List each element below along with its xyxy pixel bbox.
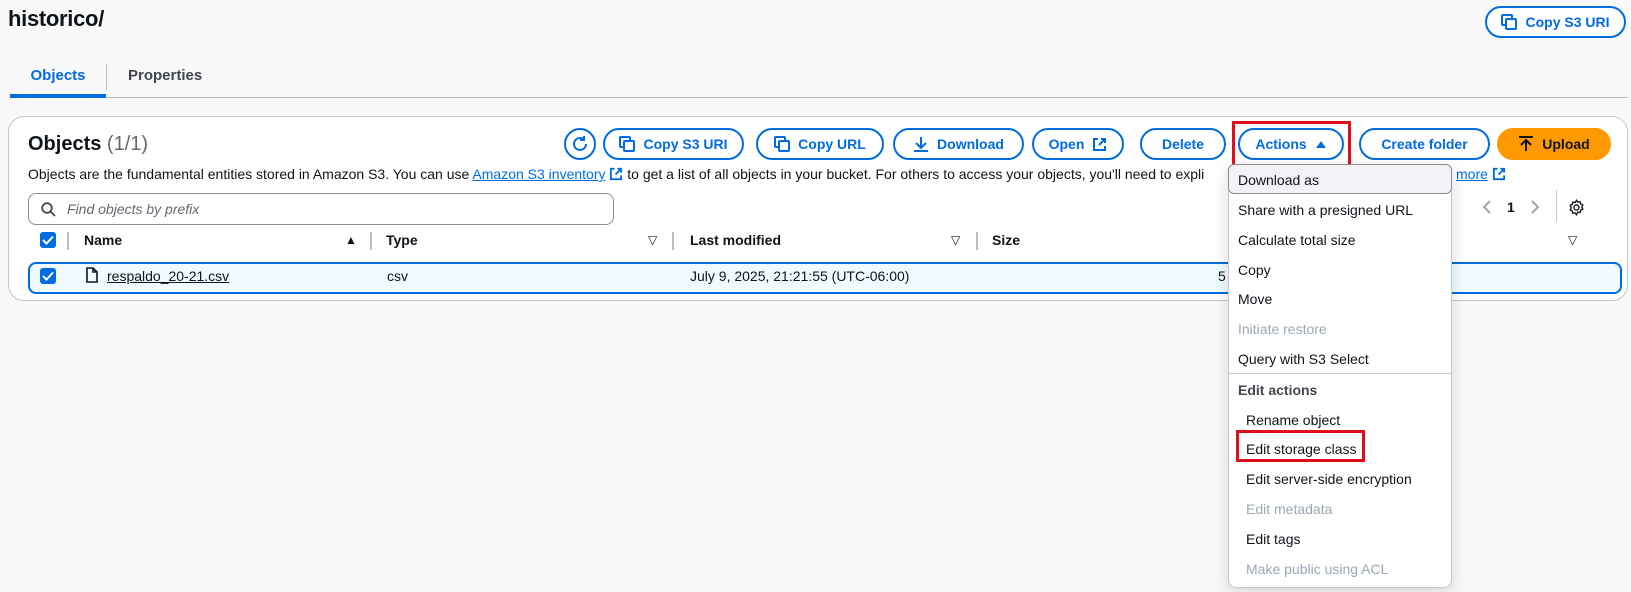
menu-item-download-as[interactable]: Download as (1238, 172, 1462, 188)
download-icon (914, 137, 929, 152)
gear-icon[interactable] (1568, 199, 1585, 216)
copy-s3-uri-label: Copy S3 URI (643, 136, 728, 152)
actions-label: Actions (1255, 136, 1307, 152)
chevron-left-icon[interactable] (1481, 199, 1493, 215)
delete-label: Delete (1161, 136, 1205, 152)
row-checkbox[interactable] (40, 268, 56, 284)
search-input[interactable] (65, 194, 605, 224)
checkbox-icon (42, 235, 54, 245)
create-folder-label: Create folder (1381, 136, 1468, 152)
copy-s3-uri-header-button[interactable]: Copy S3 URI (1485, 6, 1626, 38)
search-box (28, 193, 614, 225)
sort-icon[interactable]: ▽ (648, 233, 657, 247)
copy-s3-uri-button[interactable]: Copy S3 URI (603, 128, 744, 160)
objects-heading: Objects (1/1) (28, 133, 148, 156)
checkbox-icon (42, 271, 54, 281)
tab-objects[interactable]: Objects (10, 58, 106, 98)
upload-button[interactable]: Upload (1497, 128, 1611, 160)
copy-icon (774, 136, 791, 152)
upload-label: Upload (1542, 136, 1590, 152)
copy-icon (619, 136, 636, 152)
menu-item-move[interactable]: Move (1238, 291, 1462, 307)
external-link-icon (610, 167, 623, 181)
column-header-name[interactable]: Name (84, 232, 122, 248)
open-button[interactable]: Open (1032, 128, 1124, 160)
column-divider (67, 232, 69, 250)
copy-icon (1501, 14, 1518, 30)
open-label: Open (1048, 136, 1085, 152)
tab-divider (106, 64, 107, 90)
column-divider (370, 232, 372, 250)
column-divider (976, 232, 978, 250)
download-label: Download (937, 136, 1004, 152)
select-all-checkbox[interactable] (40, 232, 56, 248)
menu-item-edit-tags[interactable]: Edit tags (1246, 531, 1470, 547)
tabs-bar: Objects Properties (10, 58, 1628, 98)
upload-icon (1519, 136, 1534, 151)
caret-up-icon (1315, 141, 1326, 148)
copy-url-button[interactable]: Copy URL (756, 128, 884, 160)
menu-item-initiate-restore: Initiate restore (1238, 321, 1327, 337)
menu-group-edit-actions: Edit actions (1238, 382, 1318, 398)
pager-divider (1556, 190, 1557, 222)
menu-divider (1228, 373, 1452, 374)
object-name-link[interactable]: respaldo_20-21.csv (107, 268, 229, 284)
actions-dropdown-menu (1228, 164, 1452, 588)
objects-description: Objects are the fundamental entities sto… (28, 166, 1204, 182)
menu-item-edit-storage-class[interactable]: Edit storage class (1246, 441, 1357, 457)
menu-item-copy[interactable]: Copy (1238, 262, 1462, 278)
column-header-last-modified[interactable]: Last modified (690, 232, 781, 248)
object-type: csv (387, 268, 408, 284)
page-title: historico/ (8, 6, 105, 31)
object-last-modified: July 9, 2025, 21:21:55 (UTC-06:00) (690, 268, 910, 284)
create-folder-button[interactable]: Create folder (1359, 128, 1490, 160)
sort-icon[interactable]: ▽ (951, 233, 960, 247)
menu-item-calculate-total-size[interactable]: Calculate total size (1238, 232, 1462, 248)
search-icon (41, 202, 56, 217)
objects-count: (1/1) (106, 133, 149, 155)
delete-button[interactable]: Delete (1140, 128, 1226, 160)
actions-button[interactable]: Actions (1238, 128, 1344, 160)
column-header-type[interactable]: Type (386, 232, 418, 248)
menu-item-share-presigned-url[interactable]: Share with a presigned URL (1238, 202, 1462, 218)
description-suffix: to get a list of all objects in your buc… (627, 166, 1205, 182)
refresh-icon (573, 136, 587, 151)
object-size: 5 (1218, 268, 1226, 284)
current-page-number[interactable]: 1 (1507, 199, 1515, 215)
menu-item-edit-metadata: Edit metadata (1246, 501, 1333, 517)
learn-more-link-area[interactable]: more (1456, 166, 1506, 182)
menu-item-make-public-acl: Make public using ACL (1246, 561, 1389, 577)
menu-item-rename-object[interactable]: Rename object (1246, 412, 1470, 428)
external-link-icon (1093, 137, 1107, 151)
tab-properties[interactable]: Properties (118, 58, 212, 98)
column-divider (672, 232, 674, 250)
copy-url-label: Copy URL (798, 136, 866, 152)
sort-ascending-icon[interactable]: ▲ (345, 233, 357, 247)
description-prefix: Objects are the fundamental entities sto… (28, 166, 470, 182)
objects-heading-label: Objects (28, 133, 102, 155)
menu-item-edit-server-side-encryption[interactable]: Edit server-side encryption (1246, 471, 1470, 487)
chevron-right-icon[interactable] (1529, 199, 1541, 215)
copy-s3-uri-header-label: Copy S3 URI (1525, 14, 1610, 30)
s3-inventory-link[interactable]: Amazon S3 inventory (472, 166, 605, 182)
file-icon (86, 267, 98, 283)
external-link-icon (1492, 167, 1505, 181)
menu-item-query-s3-select[interactable]: Query with S3 Select (1238, 351, 1462, 367)
column-header-size[interactable]: Size (992, 232, 1020, 248)
download-button[interactable]: Download (893, 128, 1024, 160)
sort-icon[interactable]: ▽ (1568, 233, 1577, 247)
refresh-button[interactable] (564, 128, 596, 160)
